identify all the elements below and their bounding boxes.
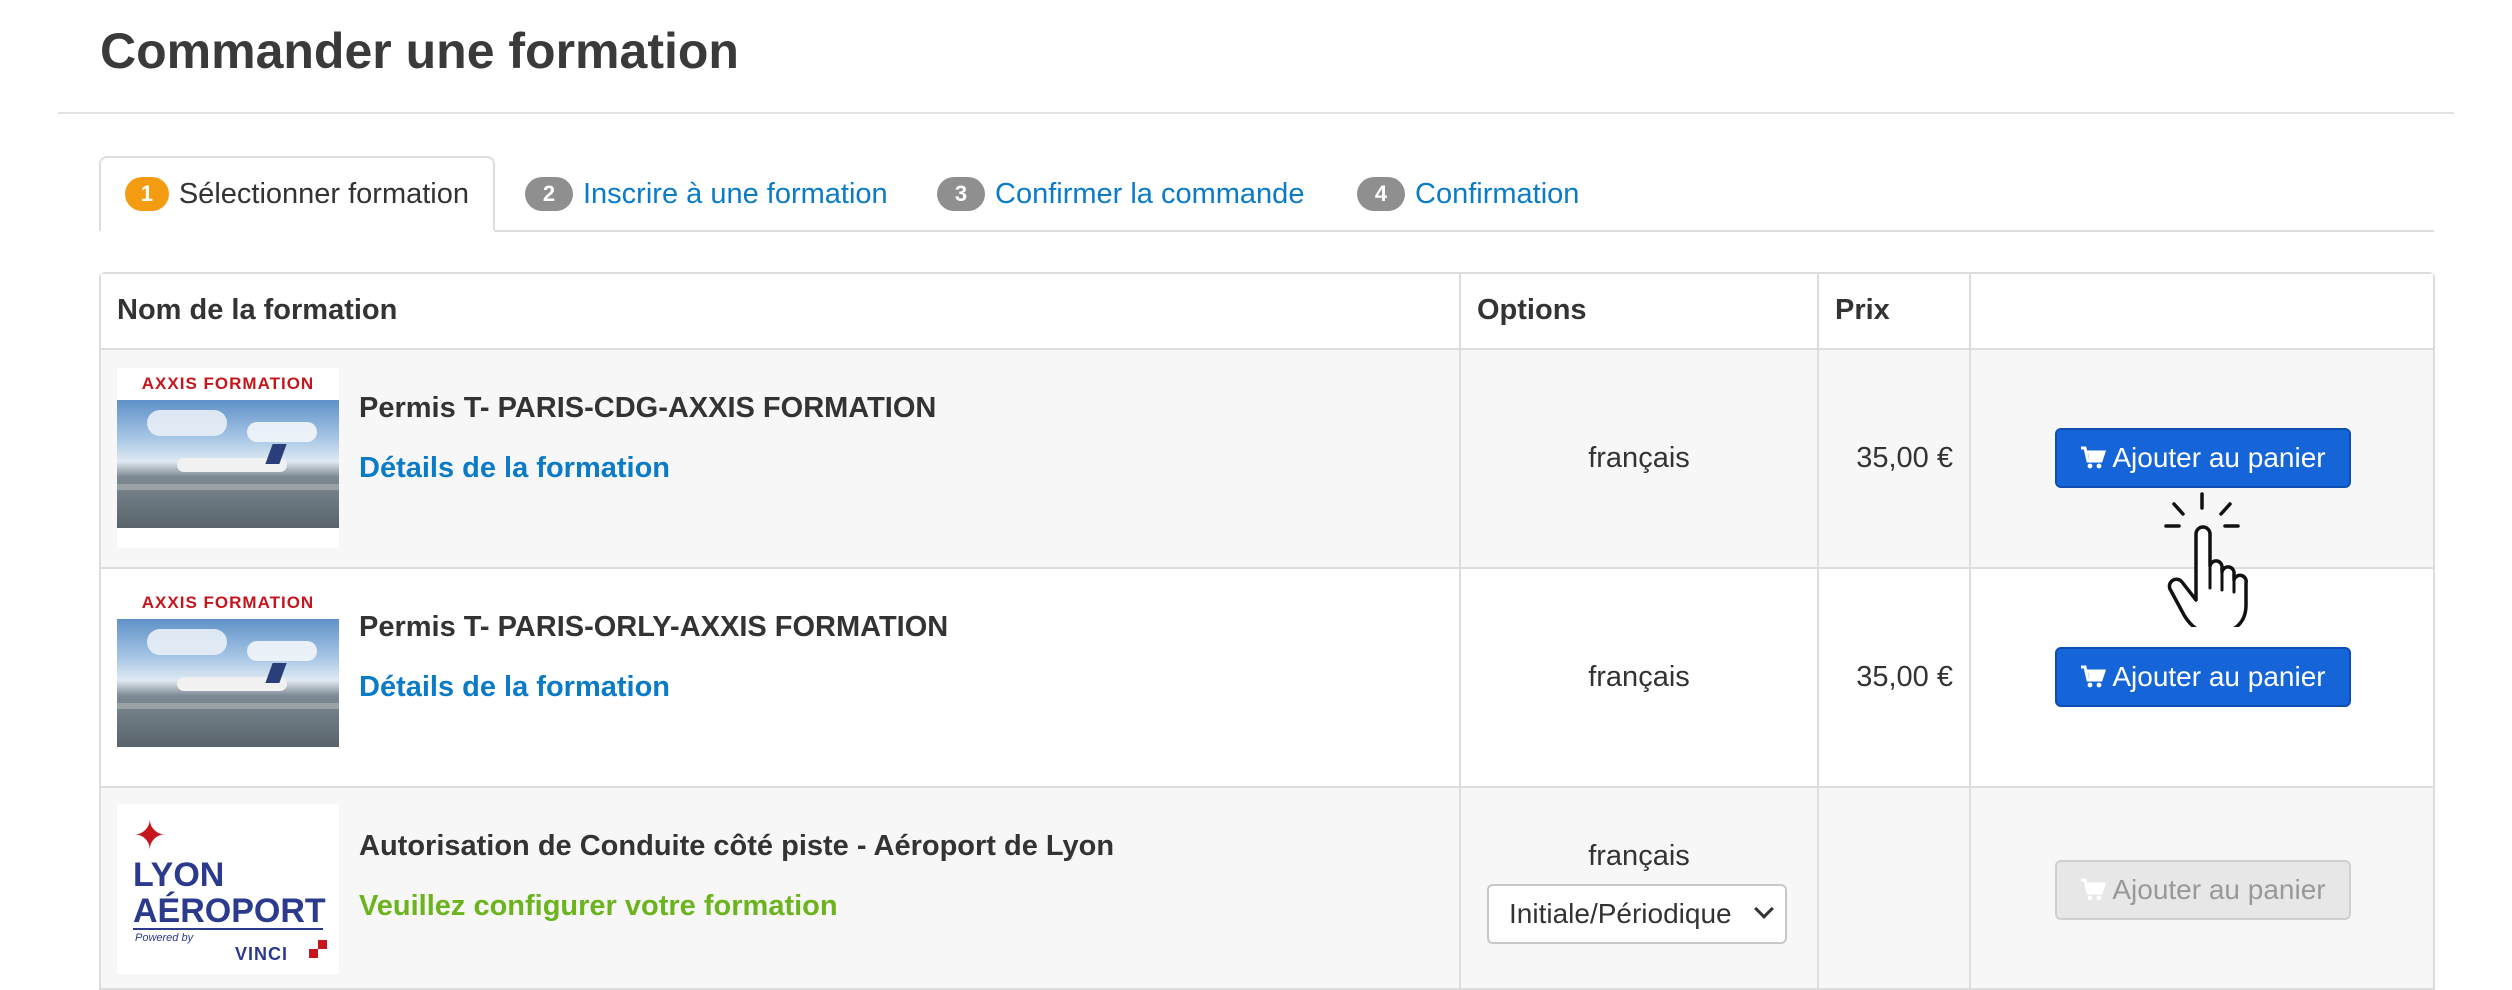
training-details-link[interactable]: Détails de la formation (359, 452, 670, 485)
configure-warning: Veuillez configurer votre formation (359, 890, 838, 922)
action-cell: Ajouter au panier (1971, 788, 2433, 988)
header-price: Prix (1819, 274, 1971, 348)
logo-powered-by: Powered by (135, 932, 194, 944)
add-to-cart-button[interactable]: Ajouter au panier (2055, 647, 2351, 707)
logo-brand: VINCI (235, 944, 289, 964)
step-label: Sélectionner formation (178, 177, 469, 210)
step-label[interactable]: Confirmation (1415, 178, 1579, 211)
step-number-badge: 2 (525, 177, 573, 211)
lyon-airport-logo: ✦ LYON AÉROPORT Powered by VINCI (117, 804, 339, 974)
step-number-badge: 3 (937, 177, 985, 211)
chevron-down-icon (1754, 899, 1774, 919)
image-brand: AXXIS FORMATION (141, 374, 315, 393)
logo-line-1: LYON (133, 856, 225, 894)
language-value: français (1588, 442, 1690, 474)
step-tab-4[interactable]: 4 Confirmation (1357, 156, 1579, 232)
language-value: français (1588, 840, 1690, 872)
training-name: Permis T- PARIS-CDG-AXXIS FORMATION (359, 392, 937, 424)
add-to-cart-button-disabled[interactable]: Ajouter au panier (2055, 860, 2351, 920)
step-tab-1[interactable]: 1 Sélectionner formation (99, 156, 495, 232)
training-image: AXXIS FORMATION (117, 368, 339, 548)
training-details-link[interactable]: Détails de la formation (359, 671, 670, 704)
table-row: ✦ LYON AÉROPORT Powered by VINCI Autoris… (101, 788, 2433, 988)
step-label[interactable]: Inscrire à une formation (583, 178, 888, 211)
title-divider (58, 112, 2454, 114)
cart-icon (2081, 878, 2107, 901)
options-cell: français (1461, 350, 1819, 567)
hand-pointer-icon (2164, 492, 2248, 627)
cart-icon (2081, 446, 2107, 469)
price-value: 35,00 € (1856, 442, 1953, 474)
cart-icon (2081, 665, 2107, 688)
vinci-mark-icon (309, 940, 327, 958)
table-row: AXXIS FORMATION Permis T- PARIS-CDG-AXXI… (101, 350, 2433, 569)
name-cell: ✦ LYON AÉROPORT Powered by VINCI Autoris… (101, 788, 1461, 988)
page-title: Commander une formation (100, 23, 739, 79)
options-cell: français Initiale/Périodique (1461, 788, 1819, 988)
name-cell: AXXIS FORMATION Permis T- PARIS-ORLY-AXX… (101, 569, 1461, 786)
price-cell: 35,00 € (1819, 569, 1971, 786)
step-tab-3[interactable]: 3 Confirmer la commande (937, 156, 1304, 232)
header-options: Options (1461, 274, 1819, 348)
step-label[interactable]: Confirmer la commande (995, 178, 1304, 211)
options-cell: français (1461, 569, 1819, 786)
step-tab-2[interactable]: 2 Inscrire à une formation (525, 156, 888, 232)
language-value: français (1588, 661, 1690, 693)
training-image: AXXIS FORMATION (117, 587, 339, 767)
training-type-select[interactable]: Initiale/Périodique (1487, 884, 1787, 944)
header-action (1971, 274, 2433, 348)
step-number-badge: 1 (125, 177, 169, 211)
price-value: 35,00 € (1856, 661, 1953, 693)
button-label: Ajouter au panier (2112, 661, 2326, 692)
step-number-badge: 4 (1357, 177, 1405, 211)
button-label: Ajouter au panier (2112, 874, 2326, 905)
training-table: Nom de la formation Options Prix AXXIS F… (99, 272, 2435, 990)
image-brand: AXXIS FORMATION (141, 593, 315, 612)
logo-line-2: AÉROPORT (133, 892, 326, 930)
airport-photo (117, 619, 339, 747)
training-name: Permis T- PARIS-ORLY-AXXIS FORMATION (359, 611, 949, 643)
select-value: Initiale/Périodique (1509, 898, 1732, 929)
airport-photo (117, 400, 339, 528)
training-name: Autorisation de Conduite côté piste - Aé… (359, 830, 1115, 862)
button-label: Ajouter au panier (2112, 442, 2326, 473)
table-header-row: Nom de la formation Options Prix (101, 274, 2433, 350)
header-name: Nom de la formation (101, 274, 1461, 348)
price-cell (1819, 788, 1971, 988)
table-row: AXXIS FORMATION Permis T- PARIS-ORLY-AXX… (101, 569, 2433, 788)
price-cell: 35,00 € (1819, 350, 1971, 567)
add-to-cart-button[interactable]: Ajouter au panier (2055, 428, 2351, 488)
name-cell: AXXIS FORMATION Permis T- PARIS-CDG-AXXI… (101, 350, 1461, 567)
star-icon: ✦ (133, 814, 167, 858)
